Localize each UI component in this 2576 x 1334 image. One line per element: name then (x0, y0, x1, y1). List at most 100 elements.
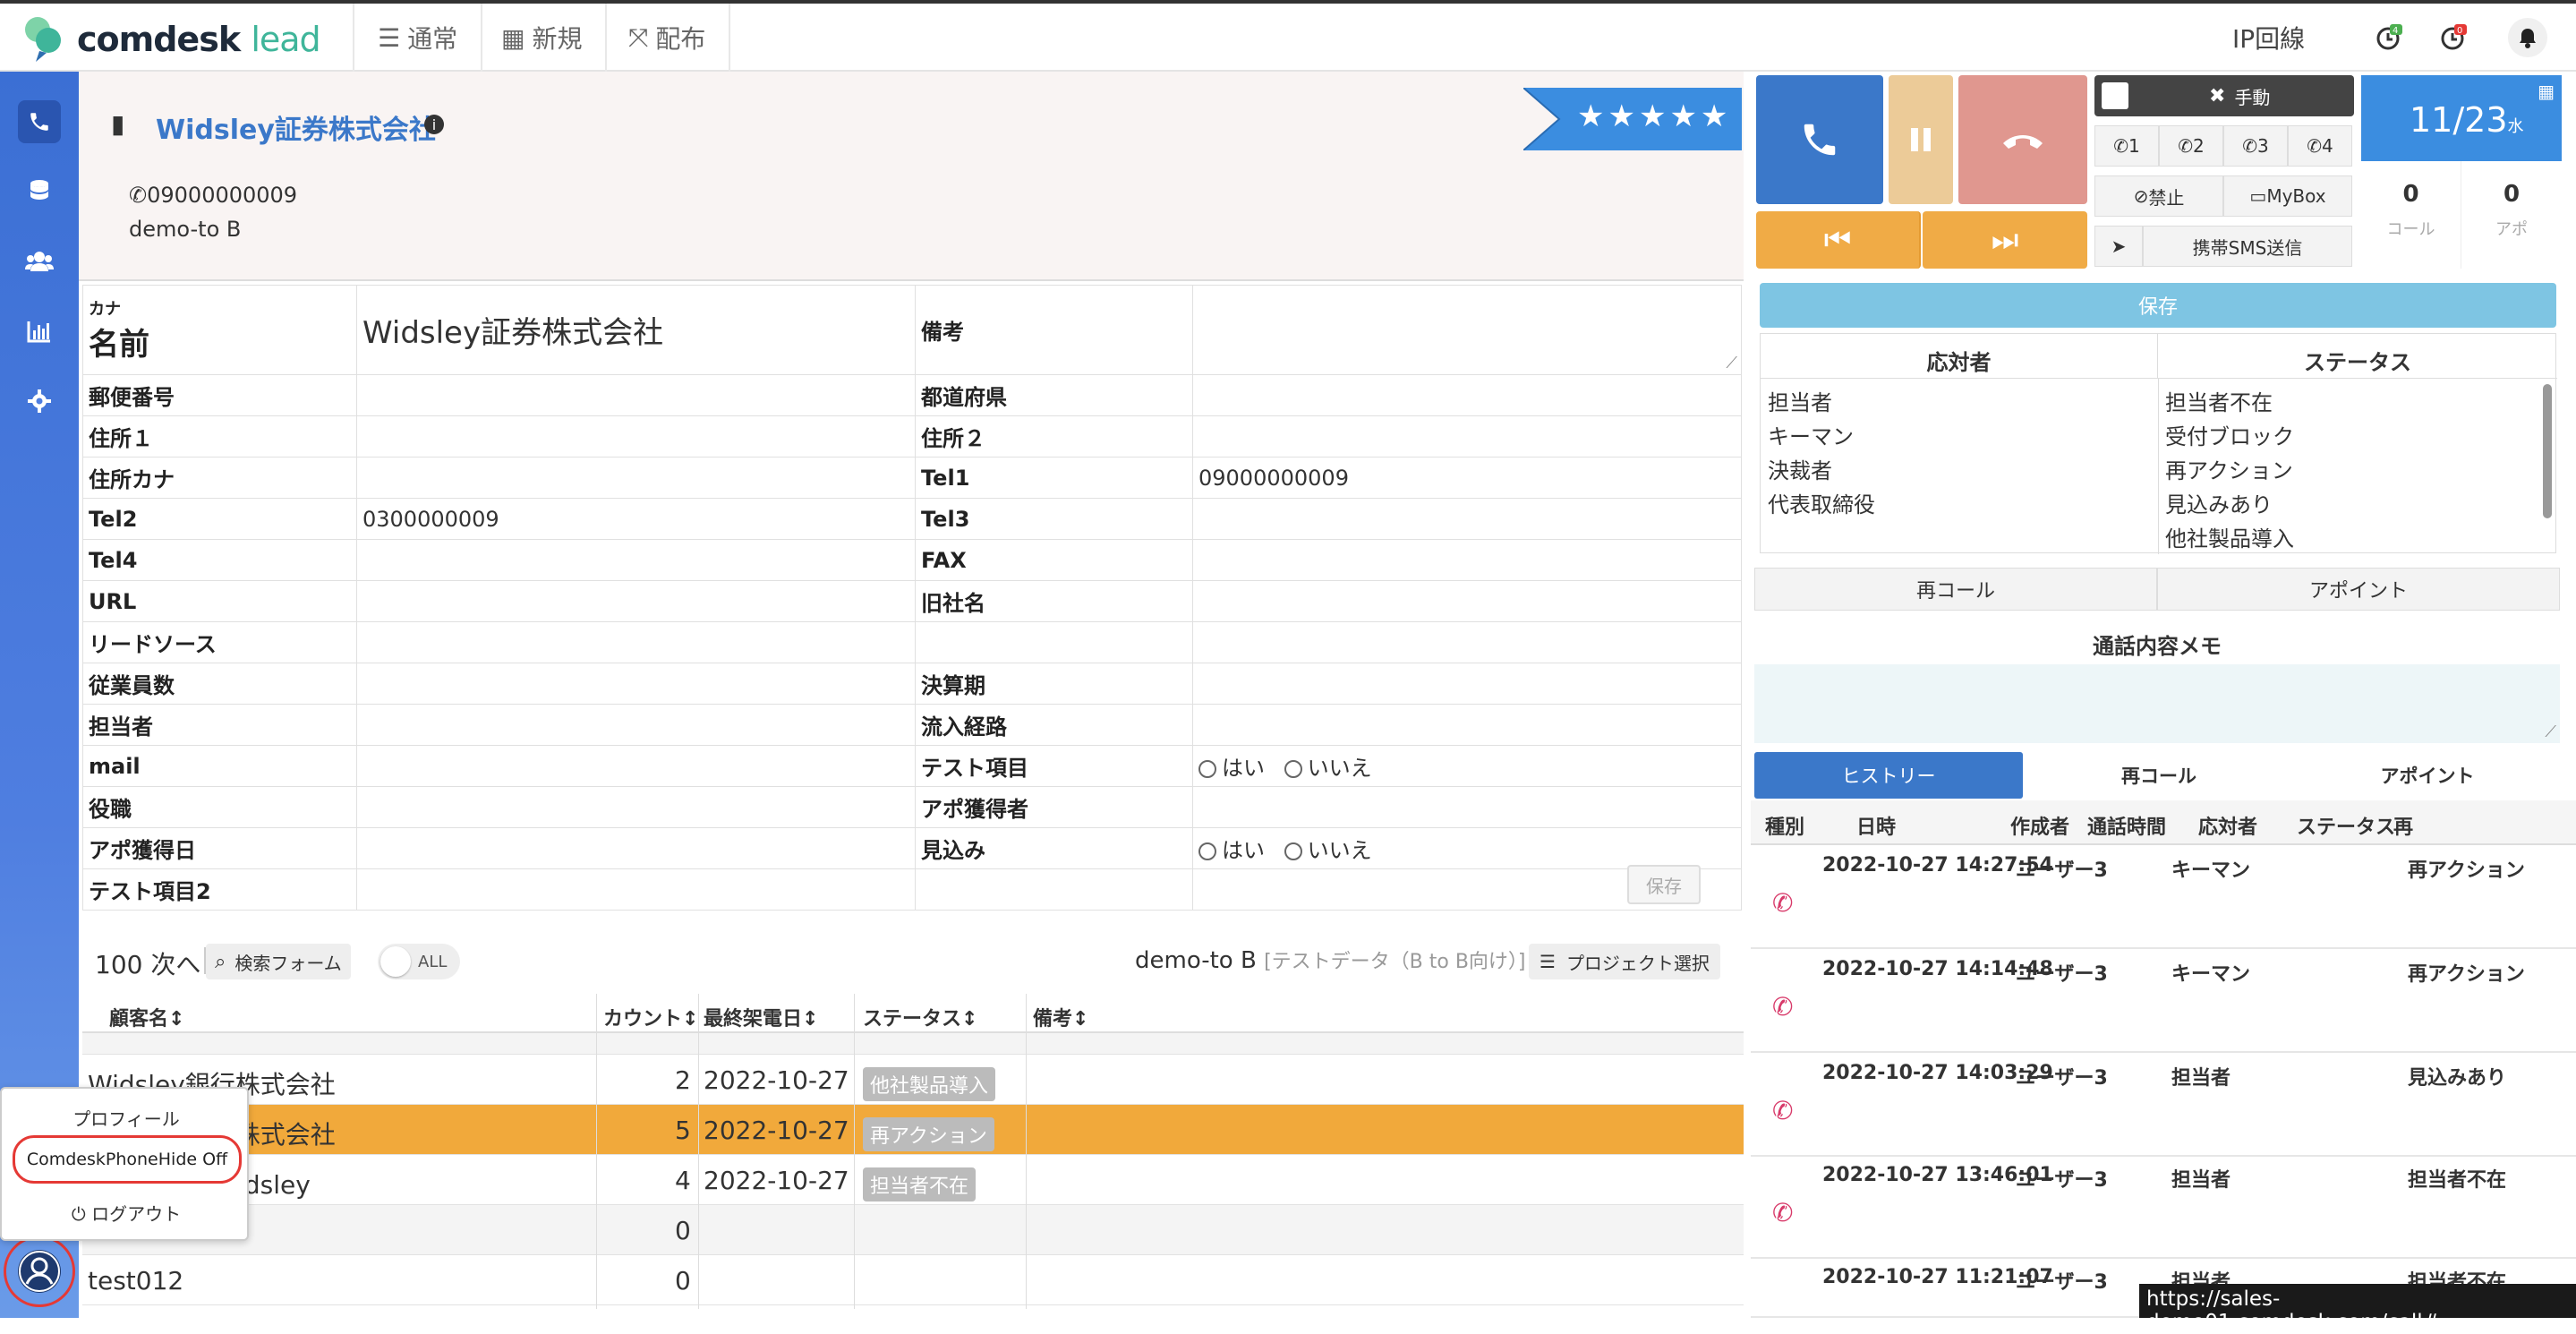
mail-value[interactable] (356, 745, 916, 787)
ip-line-button[interactable]: IP回線 (2232, 4, 2305, 72)
line-2-button[interactable]: ✆ 2 (2159, 125, 2223, 167)
detail-save-button[interactable]: 保存 (1627, 865, 1701, 904)
gear-icon[interactable] (18, 380, 61, 423)
prefecture-value[interactable] (1192, 374, 1742, 416)
responder-option[interactable]: 決裁者 (1768, 454, 1875, 488)
company-name[interactable]: Widsley証券株式会社 (156, 107, 436, 147)
nav-new[interactable]: ▦ 新規 (478, 4, 608, 72)
next-button[interactable]: ⏭ (1923, 211, 2087, 269)
radio-no[interactable] (1284, 842, 1302, 860)
calendar-icon[interactable]: ▦ (2538, 81, 2555, 102)
address-kana-value[interactable] (356, 457, 916, 499)
recall-timer-icon[interactable]: 4 (2376, 4, 2404, 72)
chart-icon[interactable] (18, 310, 61, 353)
name-value[interactable]: Widsley証券株式会社 (356, 285, 916, 375)
table-row[interactable]: test012 0 (82, 1255, 1744, 1305)
notes-textarea[interactable]: ⟋ (1192, 285, 1742, 375)
old-name-value[interactable] (1192, 580, 1742, 622)
line-1-button[interactable]: ✆ 1 (2094, 125, 2159, 167)
table-row[interactable]: 0 (82, 1205, 1744, 1255)
radio-no[interactable] (1284, 760, 1302, 778)
col-count[interactable]: カウント↕ (603, 1003, 698, 1031)
alert-timer-icon[interactable]: 0 (2440, 4, 2469, 72)
history-row[interactable]: ✆ 2022-10-27 14:03:29 ユーザー3 担当者 見込みあり (1751, 1055, 2576, 1157)
tel4-value[interactable] (356, 539, 916, 581)
prev-button[interactable]: ⏮ (1756, 211, 1921, 269)
recall-button[interactable]: 再コール (1754, 568, 2157, 611)
inflow-value[interactable] (1192, 704, 1742, 746)
phone-hide-toggle[interactable]: ComdeskPhoneHide Off (13, 1135, 242, 1184)
history-row[interactable]: ✆ 2022-10-27 14:14:48 ユーザー3 キーマン 再アクション (1751, 951, 2576, 1053)
mybox-button[interactable]: ▭ MyBox (2223, 175, 2352, 217)
hold-button[interactable] (1889, 75, 1953, 204)
save-button[interactable]: 保存 (1760, 283, 2556, 328)
line-3-button[interactable]: ✆ 3 (2223, 125, 2288, 167)
nav-normal[interactable]: ☰ 通常 (353, 4, 483, 72)
nav-distribute[interactable]: ⤧ 配布 (605, 4, 731, 72)
notification-bell-icon[interactable] (2508, 4, 2547, 72)
col-status[interactable]: ステータス↕ (863, 1003, 977, 1031)
history-row[interactable]: ✆ 2022-10-27 13:46:01 ユーザー3 担当者 担当者不在 (1751, 1157, 2576, 1259)
next-page-link[interactable]: 100 次へ (95, 945, 200, 981)
all-toggle[interactable]: ALL (378, 944, 460, 979)
status-option[interactable]: 見込みあり (2165, 488, 2294, 522)
info-icon[interactable]: i (424, 115, 444, 134)
appoint-button[interactable]: アポイント (2157, 568, 2560, 611)
rating-ribbon[interactable]: ★★★★★ (1523, 87, 1742, 151)
tel2-value[interactable]: 0300000009 (356, 498, 916, 540)
phone-icon[interactable] (18, 100, 61, 143)
call-button[interactable] (1756, 75, 1883, 204)
responder-option[interactable]: 担当者 (1768, 386, 1875, 420)
position-value[interactable] (356, 786, 916, 828)
responder-option[interactable]: キーマン (1768, 420, 1875, 454)
table-row-selected[interactable]: Widsley証券株式会社52022-10-27再アクション (82, 1105, 1744, 1155)
tel3-value[interactable] (1192, 498, 1742, 540)
resize-handle-icon[interactable]: ⟋ (2545, 723, 2556, 741)
status-option[interactable]: 受付ブロック (2165, 420, 2294, 454)
manual-checkbox[interactable] (2102, 82, 2128, 109)
test-item2-value[interactable] (356, 868, 916, 911)
table-row-partial[interactable] (82, 1033, 1744, 1055)
employees-value[interactable] (356, 663, 916, 705)
fax-value[interactable] (1192, 539, 1742, 581)
logout-link[interactable]: ⏻ ログアウト (2, 1200, 251, 1226)
scrollbar[interactable] (2543, 384, 2552, 518)
avatar[interactable] (4, 1236, 75, 1307)
tab-appoint[interactable]: アポイント (2293, 752, 2562, 799)
database-icon[interactable] (18, 170, 61, 213)
apo-getter-value[interactable] (1192, 786, 1742, 828)
manual-toggle[interactable]: ✖ 手動 (2094, 75, 2354, 116)
ban-button[interactable]: ⊘ 禁止 (2094, 175, 2223, 217)
postal-value[interactable] (356, 374, 916, 416)
lead-source-value[interactable] (356, 621, 916, 663)
line-4-button[interactable]: ✆ 4 (2288, 125, 2352, 167)
status-option[interactable]: 担当者不在 (2165, 386, 2294, 420)
fiscal-value[interactable] (1192, 663, 1742, 705)
search-form-button[interactable]: ⌕ 検索フォーム (206, 944, 351, 979)
tel1-value[interactable]: 09000000009 (1192, 457, 1742, 499)
rating-stars[interactable]: ★★★★★ (1577, 98, 1731, 134)
tab-history[interactable]: ヒストリー (1754, 752, 2023, 799)
users-icon[interactable] (18, 240, 61, 283)
history-row[interactable]: ✆ 2022-10-27 14:27:54 ユーザー3 キーマン 再アクション (1751, 847, 2576, 949)
status-option[interactable]: 他社製品導入 (2165, 522, 2294, 556)
table-row[interactable]: 株式会社のWidsley42022-10-27担当者不在 (82, 1155, 1744, 1205)
url-value[interactable] (356, 580, 916, 622)
radio-yes[interactable] (1198, 842, 1216, 860)
send-icon[interactable]: ➤ (2094, 226, 2143, 267)
responder-option[interactable]: 代表取締役 (1768, 488, 1875, 522)
memo-textarea[interactable]: ⟋ (1754, 664, 2560, 743)
radio-yes[interactable] (1198, 760, 1216, 778)
profile-link[interactable]: プロフィール (2, 1105, 251, 1131)
sms-send-button[interactable]: 携帯SMS送信 (2143, 226, 2352, 267)
table-row[interactable]: Widsley銀行株式会社 2 2022-10-27 他社製品導入 (82, 1055, 1744, 1105)
person-value[interactable] (356, 704, 916, 746)
col-customer[interactable]: 顧客名↕ (109, 1003, 184, 1031)
resize-handle-icon[interactable]: ⟋ (1726, 354, 1737, 372)
project-select-button[interactable]: ☰ プロジェクト選択 (1529, 944, 1720, 979)
col-notes[interactable]: 備考↕ (1033, 1003, 1088, 1031)
col-last-call[interactable]: 最終架電日↕ (704, 1003, 818, 1031)
tab-recall[interactable]: 再コール (2025, 752, 2293, 799)
address1-value[interactable] (356, 415, 916, 457)
status-option[interactable]: 再アクション (2165, 454, 2294, 488)
